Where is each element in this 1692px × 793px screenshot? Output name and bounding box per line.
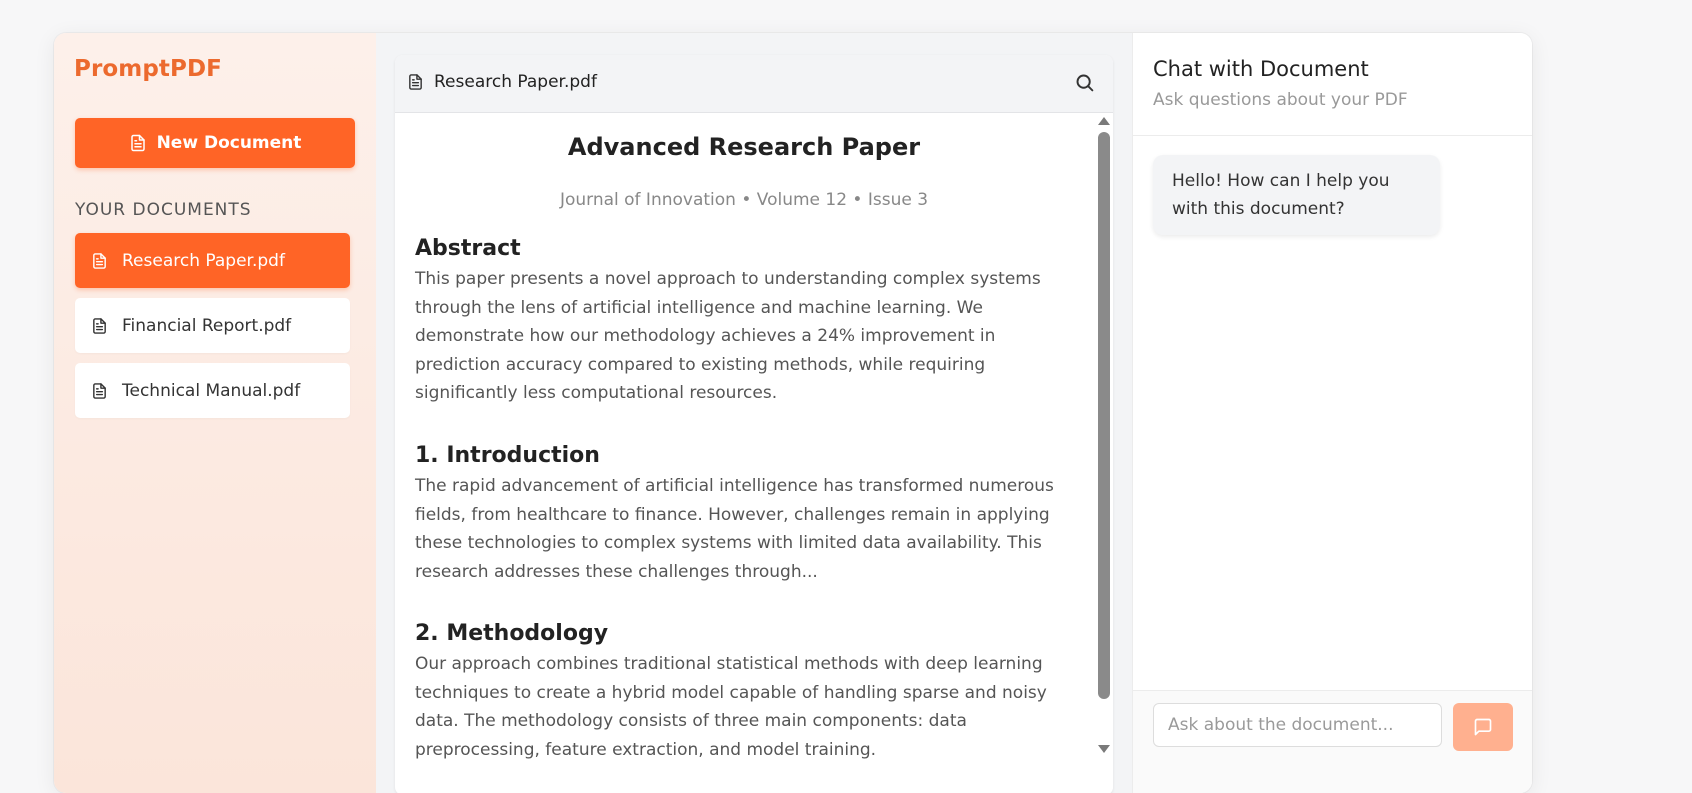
document-item-research-paper[interactable]: Research Paper.pdf xyxy=(75,233,350,288)
chat-title: Chat with Document xyxy=(1153,57,1369,81)
document-title: Advanced Research Paper xyxy=(567,133,921,161)
section-heading: 1. Introduction xyxy=(415,443,600,468)
viewer-file-name-group: Research Paper.pdf xyxy=(407,72,597,92)
section-text: The rapid advancement of artificial inte… xyxy=(415,476,1054,582)
chat-header: Chat with Document Ask questions about y… xyxy=(1133,33,1532,136)
viewer-file-name: Research Paper.pdf xyxy=(434,72,597,92)
chat-input[interactable] xyxy=(1153,703,1442,747)
pdf-viewer: Research Paper.pdf Advanced Research Pap… xyxy=(395,55,1113,793)
document-icon xyxy=(407,72,424,92)
scrollbar-thumb[interactable] xyxy=(1098,132,1110,699)
document-meta: Journal of Innovation • Volume 12 • Issu… xyxy=(559,190,929,210)
chat-panel: Chat with Document Ask questions about y… xyxy=(1132,33,1532,793)
document-icon xyxy=(129,133,147,153)
new-document-button[interactable]: New Document xyxy=(75,118,355,168)
search-button[interactable] xyxy=(1074,72,1095,93)
documents-section-title: YOUR DOCUMENTS xyxy=(75,200,252,220)
document-icon xyxy=(91,251,108,271)
viewer-header: Research Paper.pdf xyxy=(395,55,1113,113)
document-item-label: Research Paper.pdf xyxy=(122,250,285,271)
section-text: This paper presents a novel approach to … xyxy=(415,269,1041,403)
app-logo: PromptPDF xyxy=(74,56,222,82)
message-icon xyxy=(1473,717,1493,737)
scroll-up-arrow-icon[interactable] xyxy=(1098,117,1110,125)
viewer-scrollbar[interactable] xyxy=(1095,113,1113,793)
document-icon xyxy=(91,381,108,401)
new-document-label: New Document xyxy=(156,133,302,153)
assistant-message: Hello! How can I help you with this docu… xyxy=(1153,155,1440,235)
chat-subtitle: Ask questions about your PDF xyxy=(1153,90,1408,110)
chat-input-area xyxy=(1133,690,1532,793)
document-item-financial-report[interactable]: Financial Report.pdf xyxy=(75,298,350,353)
search-icon xyxy=(1074,72,1095,93)
section-heading: Abstract xyxy=(415,236,521,261)
sidebar: PromptPDF New Document YOUR DOCUMENTS Re… xyxy=(54,33,376,793)
section-text: Our approach combines traditional statis… xyxy=(415,654,1047,760)
app-window: PromptPDF New Document YOUR DOCUMENTS Re… xyxy=(54,33,1532,793)
send-button[interactable] xyxy=(1453,703,1513,751)
document-icon xyxy=(91,316,108,336)
document-item-label: Financial Report.pdf xyxy=(122,315,292,336)
document-item-label: Technical Manual.pdf xyxy=(122,380,301,401)
document-item-technical-manual[interactable]: Technical Manual.pdf xyxy=(75,363,350,418)
scroll-down-arrow-icon[interactable] xyxy=(1098,745,1110,753)
viewer-area: Research Paper.pdf Advanced Research Pap… xyxy=(376,33,1132,793)
section-heading: 2. Methodology xyxy=(415,621,609,646)
